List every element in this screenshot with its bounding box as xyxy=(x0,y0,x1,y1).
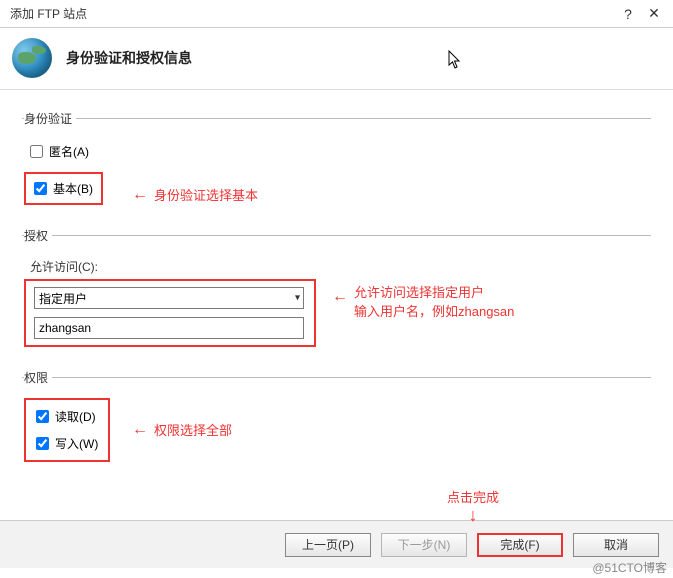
cancel-button[interactable]: 取消 xyxy=(573,533,659,557)
arrow-left-icon: ← xyxy=(332,288,348,306)
allow-access-selected: 指定用户 xyxy=(39,290,87,307)
watermark: @51CTO博客 xyxy=(592,559,667,576)
page-heading: 身份验证和授权信息 xyxy=(52,48,192,68)
arrow-left-icon: ← xyxy=(132,421,148,439)
finish-annotation-text: 点击完成 xyxy=(447,490,499,505)
finish-annotation: 点击完成 ↓ xyxy=(447,487,499,522)
perm-read-label: 读取(D) xyxy=(55,408,96,425)
globe-icon xyxy=(12,38,52,78)
perm-read-checkbox[interactable] xyxy=(36,410,49,423)
arrow-down-icon: ↓ xyxy=(447,508,499,522)
cursor-icon xyxy=(448,50,462,70)
dialog-header: 身份验证和授权信息 xyxy=(0,28,673,90)
authorization-legend: 授权 xyxy=(24,227,52,244)
close-button[interactable]: ✕ xyxy=(641,5,667,22)
auth-basic-checkbox[interactable] xyxy=(34,182,47,195)
allow-access-label: 允许访问(C): xyxy=(30,258,649,275)
help-button[interactable]: ? xyxy=(615,6,641,22)
auth-legend: 身份验证 xyxy=(24,110,76,127)
permissions-annotation: ← 权限选择全部 xyxy=(132,420,232,439)
authorization-group: 授权 允许访问(C): 指定用户 ▾ ← 允许访问选择指定用户 输入用户名，例如… xyxy=(22,227,651,355)
arrow-left-icon: ← xyxy=(132,186,148,204)
auth-annotation: ← 身份验证选择基本 xyxy=(132,185,258,204)
auth-anonymous-label: 匿名(A) xyxy=(49,143,89,160)
auth-anonymous-row[interactable]: 匿名(A) xyxy=(24,139,649,164)
auth-group: 身份验证 匿名(A) 基本(B) ← 身份验证选择基本 xyxy=(22,110,651,213)
auth-basic-row[interactable]: 基本(B) xyxy=(30,178,97,199)
perm-write-checkbox[interactable] xyxy=(36,437,49,450)
perm-write-label: 写入(W) xyxy=(55,435,98,452)
access-annotation: ← 允许访问选择指定用户 输入用户名，例如zhangsan xyxy=(332,282,514,320)
chevron-down-icon: ▾ xyxy=(295,293,300,304)
finish-button[interactable]: 完成(F) xyxy=(477,533,563,557)
dialog-footer: 上一页(P) 下一步(N) 完成(F) 取消 xyxy=(0,520,673,568)
access-annotation-line1: 允许访问选择指定用户 xyxy=(354,282,514,301)
perm-read-row[interactable]: 读取(D) xyxy=(30,404,104,429)
next-button: 下一步(N) xyxy=(381,533,467,557)
permissions-highlight: 读取(D) 写入(W) xyxy=(24,398,110,462)
permissions-annotation-text: 权限选择全部 xyxy=(154,420,232,439)
permissions-legend: 权限 xyxy=(24,369,52,386)
permissions-group: 权限 读取(D) 写入(W) ← 权限选择全部 xyxy=(22,369,651,470)
access-highlight: 指定用户 ▾ xyxy=(24,279,316,347)
auth-basic-highlight: 基本(B) xyxy=(24,172,103,205)
auth-annotation-text: 身份验证选择基本 xyxy=(154,185,258,204)
auth-basic-label: 基本(B) xyxy=(53,180,93,197)
titlebar: 添加 FTP 站点 ? ✕ xyxy=(0,0,673,28)
allow-access-select[interactable]: 指定用户 ▾ xyxy=(34,287,304,309)
perm-write-row[interactable]: 写入(W) xyxy=(30,431,104,456)
username-input[interactable] xyxy=(34,317,304,339)
window-title: 添加 FTP 站点 xyxy=(6,5,615,22)
prev-button[interactable]: 上一页(P) xyxy=(285,533,371,557)
dialog-content: 身份验证 匿名(A) 基本(B) ← 身份验证选择基本 授权 允许访问(C): … xyxy=(0,90,673,520)
access-annotation-line2: 输入用户名，例如zhangsan xyxy=(354,301,514,320)
auth-anonymous-checkbox[interactable] xyxy=(30,145,43,158)
